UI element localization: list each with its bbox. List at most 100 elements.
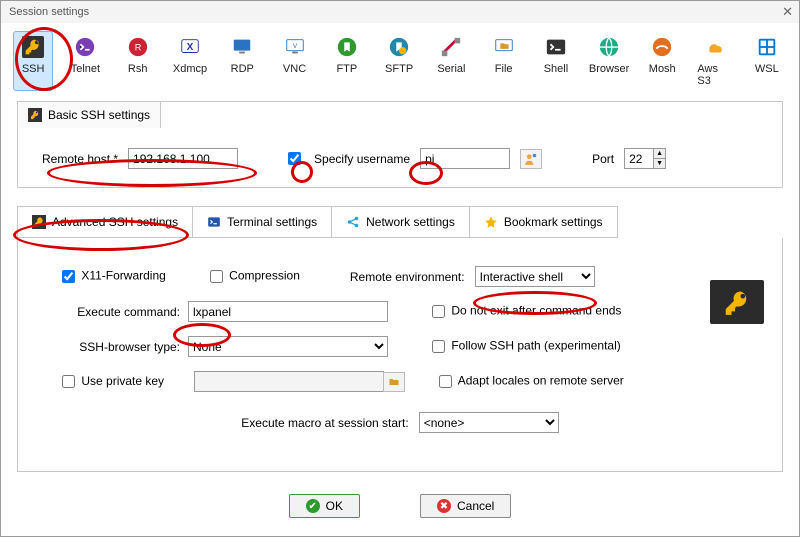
user-lookup-button[interactable]	[520, 149, 542, 169]
port-label: Port	[592, 152, 614, 166]
tab-terminal[interactable]: Terminal settings	[193, 206, 332, 238]
advanced-tabs-row: Advanced SSH settings Terminal settings …	[17, 206, 783, 238]
session-type-telnet[interactable]: Telnet	[65, 31, 105, 91]
macro-select[interactable]: <none>	[419, 412, 559, 433]
close-icon[interactable]: ✕	[782, 4, 793, 20]
session-type-label: Serial	[437, 63, 465, 75]
session-type-label: SFTP	[385, 63, 413, 75]
session-type-label: Rsh	[128, 63, 148, 75]
use-pk-checkbox[interactable]	[62, 375, 75, 388]
session-type-shell[interactable]: Shell	[536, 31, 576, 91]
session-type-label: Telnet	[71, 63, 100, 75]
use-pk-option[interactable]: Use private key	[58, 374, 164, 388]
browser-icon	[597, 35, 621, 59]
key-icon	[32, 215, 46, 229]
svg-text:R: R	[134, 43, 141, 53]
session-type-rsh[interactable]: R Rsh	[118, 31, 158, 91]
check-icon: ✔	[306, 499, 320, 513]
session-type-sftp[interactable]: SFTP	[379, 31, 419, 91]
session-type-mosh[interactable]: Mosh	[642, 31, 682, 91]
macro-label: Execute macro at session start:	[241, 416, 408, 430]
x11-forwarding-option[interactable]: X11-Forwarding	[58, 267, 166, 286]
compression-label: Compression	[229, 269, 300, 283]
basic-ssh-tab-label: Basic SSH settings	[48, 108, 150, 122]
remote-env-select[interactable]: Interactive shell	[475, 266, 595, 287]
key-badge-icon	[710, 280, 764, 324]
session-type-aws-s3[interactable]: Aws S3	[694, 31, 734, 91]
port-up-icon[interactable]: ▲	[653, 149, 665, 159]
browser-type-select[interactable]: None	[188, 336, 388, 357]
session-type-label: Shell	[544, 63, 568, 75]
session-type-serial[interactable]: Serial	[431, 31, 471, 91]
cancel-icon: ✖	[437, 499, 451, 513]
session-type-wsl[interactable]: WSL	[747, 31, 787, 91]
tab-advanced-ssh[interactable]: Advanced SSH settings	[17, 206, 193, 238]
x11-label: X11-Forwarding	[81, 269, 165, 283]
advanced-ssh-body: X11-Forwarding Compression Remote enviro…	[17, 238, 783, 472]
noexit-label: Do not exit after command ends	[451, 304, 621, 318]
wsl-icon	[755, 35, 779, 59]
username-input[interactable]	[420, 148, 510, 169]
follow-path-label: Follow SSH path (experimental)	[451, 339, 620, 353]
pk-path-input	[194, 371, 384, 392]
session-type-label: VNC	[283, 63, 306, 75]
cancel-button[interactable]: ✖ Cancel	[420, 494, 511, 518]
rsh-icon: R	[126, 35, 150, 59]
rdp-icon	[230, 35, 254, 59]
noexit-checkbox[interactable]	[432, 305, 445, 318]
exec-cmd-label: Execute command:	[48, 305, 188, 319]
specify-username-label: Specify username	[314, 152, 410, 166]
remote-host-label: Remote host *	[42, 152, 118, 166]
browse-pk-button[interactable]	[383, 372, 405, 392]
x11-forwarding-checkbox[interactable]	[62, 270, 75, 283]
session-type-vnc[interactable]: V VNC	[274, 31, 314, 91]
session-type-rdp[interactable]: RDP	[222, 31, 262, 91]
remote-env-label: Remote environment:	[350, 270, 465, 284]
compression-checkbox[interactable]	[210, 270, 223, 283]
adapt-locales-option[interactable]: Adapt locales on remote server	[435, 372, 624, 391]
session-type-label: Mosh	[649, 63, 676, 75]
specify-username-checkbox[interactable]	[288, 152, 301, 165]
exec-cmd-input[interactable]	[188, 301, 388, 322]
session-type-file[interactable]: File	[484, 31, 524, 91]
session-settings-window: Session settings ✕ SSH Telnet R Rsh XXdmcp RD…	[0, 0, 800, 537]
compression-option[interactable]: Compression	[206, 267, 300, 286]
remote-host-input[interactable]	[128, 148, 238, 169]
aws-icon	[703, 35, 727, 59]
tab-bookmark[interactable]: Bookmark settings	[470, 206, 618, 238]
network-icon	[346, 215, 360, 229]
shell-icon	[544, 35, 568, 59]
session-type-browser[interactable]: Browser	[588, 31, 630, 91]
noexit-option[interactable]: Do not exit after command ends	[428, 302, 621, 321]
port-input[interactable]	[625, 149, 653, 168]
serial-icon	[439, 35, 463, 59]
tab-network-label: Network settings	[366, 215, 455, 229]
star-icon	[484, 215, 498, 229]
session-type-label: SSH	[22, 63, 45, 75]
session-type-label: Aws S3	[697, 63, 731, 87]
adapt-locales-checkbox[interactable]	[439, 375, 452, 388]
follow-path-option[interactable]: Follow SSH path (experimental)	[428, 337, 621, 356]
session-type-label: File	[495, 63, 513, 75]
window-title: Session settings	[9, 6, 89, 18]
mosh-icon	[650, 35, 674, 59]
cancel-label: Cancel	[457, 499, 494, 513]
session-type-xdmcp[interactable]: XXdmcp	[170, 31, 210, 91]
dialog-buttons: ✔ OK ✖ Cancel	[1, 494, 799, 518]
tab-bookmark-label: Bookmark settings	[504, 215, 603, 229]
ok-button[interactable]: ✔ OK	[289, 494, 360, 518]
file-icon	[492, 35, 516, 59]
xdmcp-icon: X	[178, 35, 202, 59]
basic-ssh-panel: Basic SSH settings Remote host * Specify…	[17, 101, 783, 188]
tab-terminal-label: Terminal settings	[227, 215, 317, 229]
session-type-label: WSL	[755, 63, 779, 75]
port-down-icon[interactable]: ▼	[653, 159, 665, 168]
vnc-icon: V	[283, 35, 307, 59]
use-pk-label: Use private key	[81, 374, 164, 388]
tab-network[interactable]: Network settings	[332, 206, 470, 238]
session-type-ftp[interactable]: FTP	[327, 31, 367, 91]
svg-text:X: X	[187, 42, 194, 53]
port-spinner[interactable]: ▲▼	[624, 148, 666, 169]
session-type-ssh[interactable]: SSH	[13, 31, 53, 91]
follow-path-checkbox[interactable]	[432, 340, 445, 353]
